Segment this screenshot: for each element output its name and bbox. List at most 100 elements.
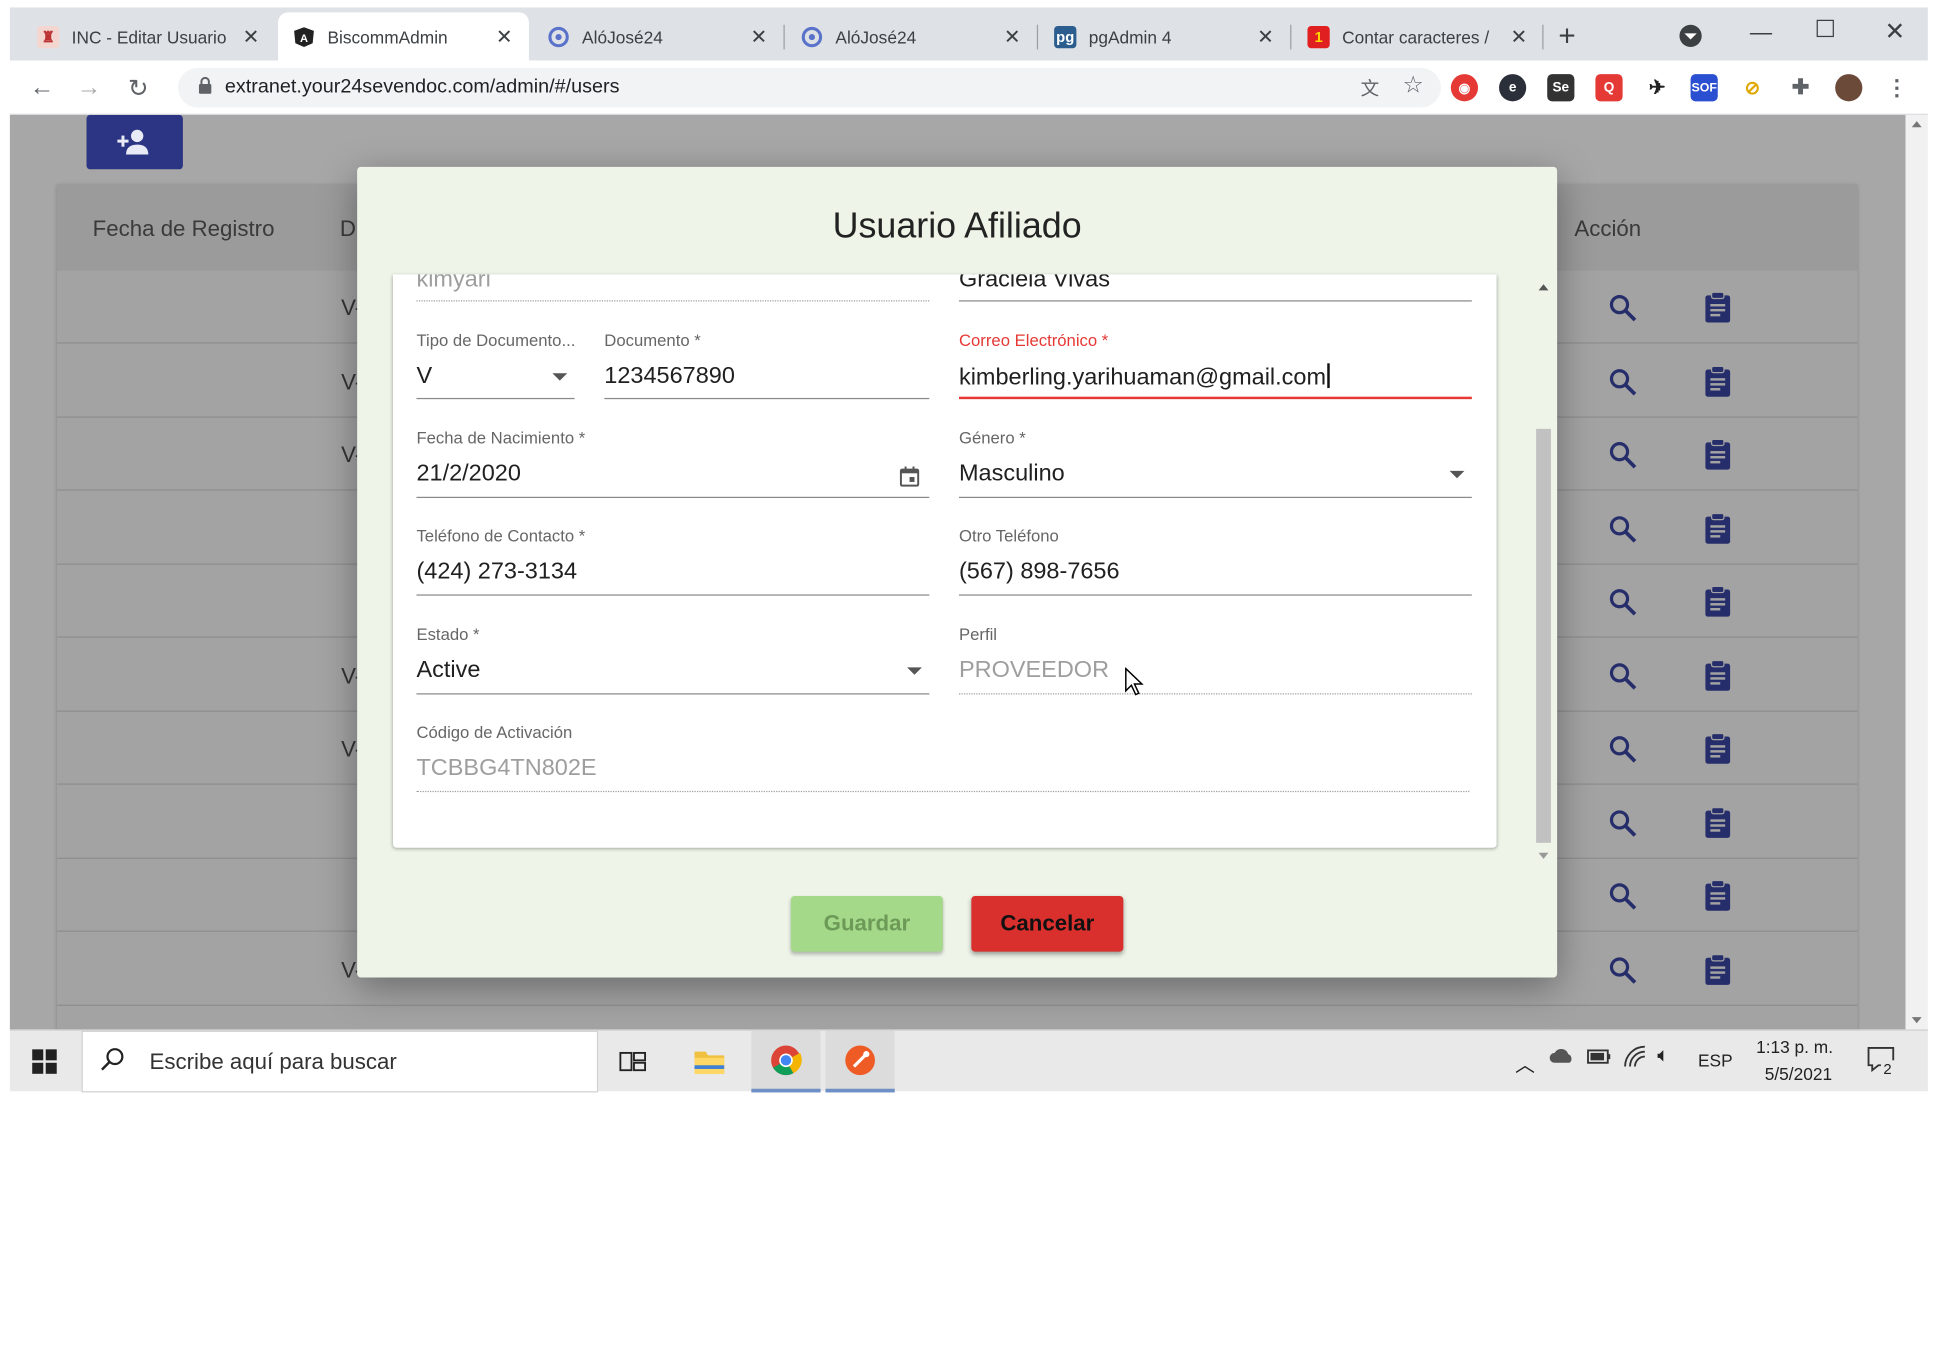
dropdown-arrow-icon[interactable] [552,373,568,381]
extension-sof-icon[interactable]: SOF [1690,74,1718,102]
show-hidden-icons-icon[interactable]: ︿ [1515,1048,1535,1078]
chrome-taskbar-icon[interactable] [751,1030,821,1093]
view-search-icon[interactable] [1608,587,1638,617]
tab-title: pgAdmin 4 [1088,26,1172,47]
edit-clipboard-icon[interactable] [1704,291,1734,324]
extension-arrow-icon[interactable]: ✈ [1644,74,1671,101]
wifi-icon[interactable] [1623,1045,1648,1071]
view-search-icon[interactable] [1608,661,1638,691]
view-search-icon[interactable] [1608,366,1638,396]
close-tab-icon[interactable]: ✕ [241,24,261,49]
postman-taskbar-icon[interactable] [825,1030,895,1093]
genero-select[interactable]: Masculino [959,461,1065,488]
otro-telefono-input[interactable]: (567) 898-7656 [959,559,1120,586]
close-window-icon[interactable]: ✕ [1885,16,1906,47]
header-documento[interactable]: D [340,216,356,242]
extension-e-icon[interactable]: e [1499,74,1527,102]
tab-search-icon[interactable] [1679,24,1702,47]
view-search-icon[interactable] [1608,881,1638,911]
svg-text:A: A [300,32,308,44]
calendar-icon[interactable] [899,466,920,493]
guardar-button[interactable]: Guardar [790,895,943,952]
forward-icon[interactable]: → [72,70,107,105]
view-search-icon[interactable] [1608,734,1638,764]
apellido-field[interactable]: Graciela Vivas [959,274,1110,294]
extensions-puzzle-icon[interactable]: ✚ [1787,74,1814,101]
tab-pgadmin[interactable]: pg pgAdmin 4 ✕ [1039,12,1290,60]
taskbar-search-box[interactable]: Escribe aquí para buscar [81,1030,599,1093]
scroll-down-icon[interactable] [1538,852,1549,859]
minimize-icon[interactable]: — [1750,20,1772,46]
url-text: extranet.your24sevendoc.com/admin/#/user… [224,76,620,98]
telefono-input[interactable]: (424) 273-3134 [416,559,577,586]
tab-title: Contar caracteres / [1342,26,1490,47]
back-icon[interactable]: ← [25,70,60,105]
tab-title: AlóJosé24 [582,26,663,47]
volume-icon[interactable]: 🔈︎ [1657,1045,1669,1067]
close-tab-icon[interactable]: ✕ [749,24,769,49]
estado-select[interactable]: Active [416,657,480,684]
edit-clipboard-icon[interactable] [1704,879,1734,912]
scroll-up-icon[interactable] [1538,284,1549,291]
scroll-thumb[interactable] [1536,428,1551,843]
tab-inc-editar-usuario[interactable]: ♜ INC - Editar Usuario ✕ [22,12,275,60]
translate-icon[interactable]: 文 [1361,75,1380,101]
dropdown-arrow-icon[interactable] [1449,470,1465,479]
extension-q-icon[interactable]: Q [1595,74,1623,102]
clock-date[interactable]: 5/5/2021 [1765,1064,1832,1084]
bookmark-star-icon[interactable]: ☆ [1403,72,1424,100]
close-tab-icon[interactable]: ✕ [1509,24,1529,49]
edit-clipboard-icon[interactable] [1704,659,1734,691]
extension-compass-icon[interactable]: ⊘ [1739,74,1766,101]
battery-icon[interactable] [1587,1048,1612,1069]
edit-clipboard-icon[interactable] [1704,512,1734,544]
edit-clipboard-icon[interactable] [1704,438,1734,471]
edit-clipboard-icon[interactable] [1704,585,1734,618]
view-search-icon[interactable] [1608,955,1638,985]
tab-alojose24-2[interactable]: AlóJosé24 ✕ [786,12,1037,60]
restore-icon[interactable] [1816,19,1834,38]
task-view-icon[interactable] [598,1031,667,1093]
correo-input[interactable]: kimberling.yarihuaman@gmail.com [959,363,1330,391]
header-fecha-registro[interactable]: Fecha de Registro [93,216,275,242]
notifications-count: 2 [1880,1060,1895,1078]
language-indicator[interactable]: ESP [1698,1050,1733,1070]
new-tab-icon[interactable]: + [1558,20,1575,55]
edit-clipboard-icon[interactable] [1704,953,1734,985]
dropdown-arrow-icon[interactable] [907,667,922,675]
add-user-button[interactable] [86,114,183,170]
edit-clipboard-icon[interactable] [1704,365,1734,397]
view-search-icon[interactable] [1608,513,1638,543]
page-scrollbar[interactable] [1905,114,1928,1030]
extension-selenium-icon[interactable]: Se [1547,74,1575,102]
close-tab-icon[interactable]: ✕ [494,24,514,49]
tab-contar-caracteres[interactable]: 1 Contar caracteres / ✕ [1293,12,1544,60]
form-scrollbar[interactable] [1532,274,1554,867]
view-search-icon[interactable] [1608,808,1638,838]
tab-biscommadmin[interactable]: A BiscommAdmin ✕ [278,12,529,61]
edit-clipboard-icon[interactable] [1704,732,1734,765]
view-search-icon[interactable] [1608,440,1638,470]
fecha-nacimiento-input[interactable]: 21/2/2020 [416,461,520,488]
windows-start-icon[interactable] [10,1031,79,1093]
tab-alojose24[interactable]: AlóJosé24 ✕ [533,12,784,60]
documento-input[interactable]: 1234567890 [604,363,735,390]
header-accion: Acción [1574,216,1642,241]
onedrive-icon[interactable] [1548,1045,1575,1068]
tipo-documento-select[interactable]: V [416,363,432,390]
view-search-icon[interactable] [1608,293,1638,323]
edit-clipboard-icon[interactable] [1704,806,1734,838]
cancelar-button[interactable]: Cancelar [971,895,1124,952]
close-tab-icon[interactable]: ✕ [1002,24,1022,49]
genero-label: Género * [958,428,1026,448]
browser-toolbar: ← → ↻ extranet.your24sevendoc.com/admin/… [9,60,1928,115]
profile-avatar[interactable] [1835,74,1863,102]
extension-red-icon[interactable]: ◉ [1450,74,1479,102]
nombre-field[interactable]: kimyari [416,274,490,294]
close-tab-icon[interactable]: ✕ [1256,24,1276,49]
address-bar[interactable]: extranet.your24sevendoc.com/admin/#/user… [177,67,1441,108]
chrome-menu-icon[interactable]: ⋮ [1883,74,1910,101]
clock-time[interactable]: 1:13 p. m. [1756,1037,1833,1057]
file-explorer-icon[interactable] [675,1031,744,1093]
reload-icon[interactable]: ↻ [121,70,156,105]
